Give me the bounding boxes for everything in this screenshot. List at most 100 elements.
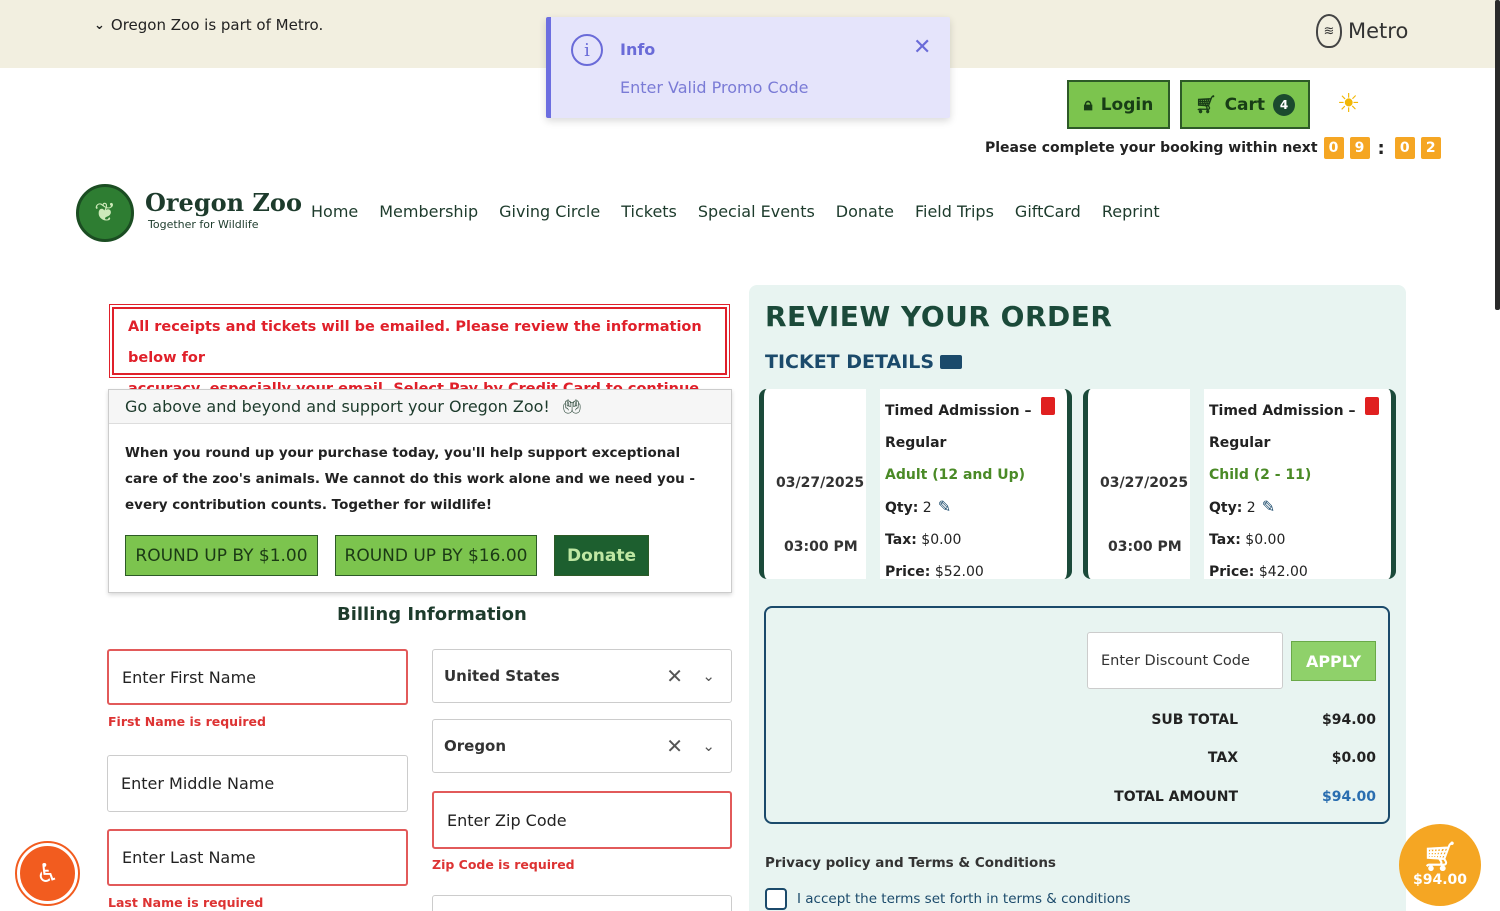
qty-value: 2: [922, 500, 932, 516]
edit-pencil-icon[interactable]: ✎: [1262, 497, 1275, 516]
edit-pencil-icon[interactable]: ✎: [938, 497, 951, 516]
donate-button[interactable]: Donate: [554, 535, 649, 576]
chevron-down-icon[interactable]: ⌄: [702, 737, 715, 755]
tax-label: Tax:: [885, 532, 917, 548]
apply-button[interactable]: APPLY: [1291, 641, 1376, 681]
floating-cart-button[interactable]: 🛒︎ $94.00: [1399, 824, 1481, 906]
last-name-error: Last Name is required: [108, 895, 264, 910]
accept-terms-row[interactable]: I accept the terms set forth in terms & …: [765, 888, 1131, 910]
total-amount-label: TOTAL AMOUNT: [1114, 789, 1238, 805]
qty-label: Qty:: [885, 500, 919, 516]
ticket-name: Regular: [1209, 435, 1271, 451]
round-up-1-button[interactable]: ROUND UP BY $1.00: [125, 535, 318, 576]
notice-line: All receipts and tickets will be emailed…: [128, 319, 702, 366]
brand-name[interactable]: Oregon Zoo: [145, 188, 302, 217]
cart-label: Cart: [1224, 94, 1266, 115]
ticket-name: Timed Admission –: [1209, 403, 1356, 419]
price-label: Price:: [1209, 564, 1255, 580]
order-totals-box: [764, 606, 1390, 824]
sub-total-value: $94.00: [1321, 712, 1376, 728]
ticket-card: 03/27/2025 03:00 PM Timed Admission – Re…: [759, 389, 1072, 580]
metro-notice-text: Oregon Zoo is part of Metro.: [110, 16, 324, 34]
cart-button[interactable]: 🛒︎ Cart 4: [1180, 80, 1310, 129]
sub-total-label: SUB TOTAL: [1151, 712, 1238, 728]
nav-field-trips[interactable]: Field Trips: [915, 202, 994, 221]
state-select[interactable]: Oregon ✕ ⌄: [432, 719, 732, 773]
nav-giving-circle[interactable]: Giving Circle: [499, 202, 600, 221]
accept-terms-checkbox[interactable]: [765, 888, 787, 910]
next-input-partial[interactable]: [432, 895, 732, 911]
first-name-input[interactable]: Enter First Name: [107, 649, 408, 705]
billing-title: Billing Information: [337, 604, 527, 625]
trash-icon[interactable]: [1041, 397, 1055, 415]
login-button[interactable]: 🔒︎ Login: [1067, 80, 1170, 129]
nav-reprint[interactable]: Reprint: [1102, 202, 1160, 221]
metro-logo[interactable]: ≋ Metro: [1316, 14, 1408, 48]
email-notice: All receipts and tickets will be emailed…: [109, 304, 730, 397]
nav-donate[interactable]: Donate: [836, 202, 894, 221]
trash-icon[interactable]: [1365, 397, 1379, 415]
nav-tickets[interactable]: Tickets: [621, 202, 677, 221]
discount-code-input[interactable]: Enter Discount Code: [1087, 632, 1283, 689]
middle-name-input[interactable]: Enter Middle Name: [107, 755, 408, 812]
first-name-error: First Name is required: [108, 714, 266, 729]
cart-icon: 🛒︎: [1194, 94, 1217, 115]
zip-code-error: Zip Code is required: [432, 857, 575, 872]
clear-icon[interactable]: ✕: [666, 664, 683, 688]
tax-total-label: TAX: [1207, 750, 1238, 766]
oregon-zoo-logo-icon[interactable]: ❦: [76, 184, 134, 242]
chevron-down-icon[interactable]: ⌄: [702, 667, 715, 685]
zip-code-input[interactable]: Enter Zip Code: [432, 791, 732, 849]
nav-home[interactable]: Home: [311, 202, 358, 221]
nav-special-events[interactable]: Special Events: [698, 202, 815, 221]
nav-giftcard[interactable]: GiftCard: [1015, 202, 1081, 221]
round-up-heading-text: Go above and beyond and support your Ore…: [125, 397, 550, 416]
ticket-card: 03/27/2025 03:00 PM Timed Admission – Re…: [1083, 389, 1396, 580]
ticket-details: Timed Admission – Regular Adult (12 and …: [885, 395, 1032, 588]
hand-heart-icon: 🤲︎: [561, 397, 583, 416]
ticket-separator: [866, 389, 880, 579]
info-toast: i Info Enter Valid Promo Code ✕: [546, 17, 950, 118]
page-scrollbar[interactable]: [1495, 0, 1500, 310]
timer-text: Please complete your booking within next: [985, 140, 1318, 156]
round-up-heading: Go above and beyond and support your Ore…: [109, 390, 731, 424]
booking-timer: Please complete your booking within next…: [985, 137, 1441, 159]
brand-tagline: Together for Wildlife: [148, 218, 259, 231]
round-up-body: When you round up your purchase today, y…: [125, 445, 696, 513]
metro-logo-text: Metro: [1348, 19, 1409, 43]
ticket-qty: Qty: 2 ✎: [885, 491, 1032, 524]
timer-digit: 9: [1349, 137, 1370, 159]
ticket-type: Child (2 - 11): [1209, 467, 1312, 483]
country-select[interactable]: United States ✕ ⌄: [432, 649, 732, 703]
ticket-price: Price: $42.00: [1209, 556, 1356, 588]
ticket-tax: Tax: $0.00: [1209, 524, 1356, 556]
round-up-buttons: ROUND UP BY $1.00 ROUND UP BY $16.00 Don…: [125, 535, 649, 576]
accessibility-icon[interactable]: ♿︎: [15, 841, 80, 906]
round-up-16-button[interactable]: ROUND UP BY $16.00: [335, 535, 537, 576]
chevron-down-icon: ⌄: [94, 17, 105, 33]
ticket-details-text: TICKET DETAILS: [765, 351, 935, 373]
privacy-terms-link[interactable]: Privacy policy and Terms & Conditions: [765, 855, 1056, 871]
main-nav: Home Membership Giving Circle Tickets Sp…: [311, 202, 1160, 221]
info-icon: i: [571, 34, 603, 66]
timer-digit: 0: [1394, 137, 1415, 159]
price-value: $52.00: [934, 564, 984, 580]
metro-notice-toggle[interactable]: ⌄ Oregon Zoo is part of Metro.: [94, 16, 323, 34]
lock-icon: 🔒︎: [1083, 94, 1093, 115]
review-title: REVIEW YOUR ORDER: [765, 300, 1113, 333]
tax-label: Tax:: [1209, 532, 1241, 548]
state-value: Oregon: [444, 737, 507, 755]
cart-icon: 🛒︎: [1422, 840, 1458, 873]
ticket-icon: [940, 355, 963, 369]
toast-title: Info: [620, 40, 656, 59]
clear-icon[interactable]: ✕: [666, 734, 683, 758]
price-value: $42.00: [1258, 564, 1308, 580]
nav-membership[interactable]: Membership: [379, 202, 478, 221]
last-name-input[interactable]: Enter Last Name: [107, 829, 408, 886]
tax-total-value: $0.00: [1331, 750, 1376, 766]
timer-digit: 0: [1323, 137, 1344, 159]
close-icon[interactable]: ✕: [913, 35, 931, 60]
ticket-name: Timed Admission –: [885, 403, 1032, 419]
ticket-date: 03/27/2025: [776, 475, 865, 491]
theme-toggle-sun-icon[interactable]: ☀: [1337, 89, 1360, 119]
